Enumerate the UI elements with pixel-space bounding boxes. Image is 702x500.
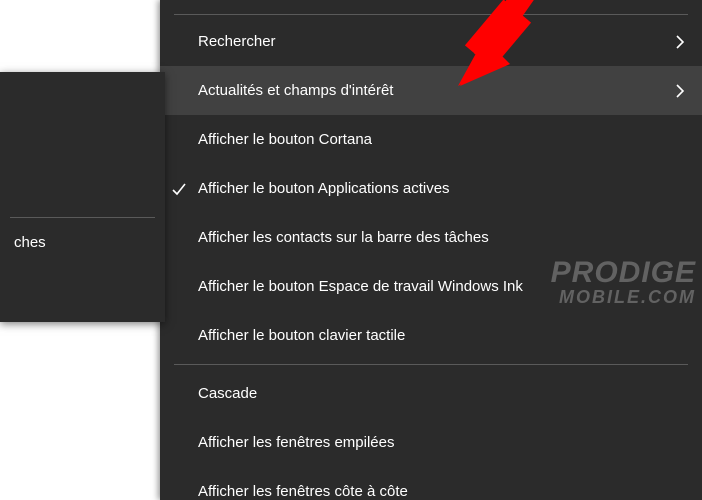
menu-item-contacts-barre[interactable]: Afficher les contacts sur la barre des t… xyxy=(160,213,702,262)
menu-item-fenetres-empilees[interactable]: Afficher les fenêtres empilées xyxy=(160,418,702,467)
menu-item-clavier-tactile[interactable]: Afficher le bouton clavier tactile xyxy=(160,311,702,360)
check-icon xyxy=(170,180,188,198)
chevron-right-icon xyxy=(674,82,686,100)
menu-label-fenetres-cote-a-cote: Afficher les fenêtres côte à côte xyxy=(198,483,408,500)
secondary-item-fragment[interactable]: ches xyxy=(0,218,165,266)
menu-item-cortana[interactable]: Afficher le bouton Cortana xyxy=(160,115,702,164)
menu-item-espace-travail-ink[interactable]: Afficher le bouton Espace de travail Win… xyxy=(160,262,702,311)
menu-label-rechercher: Rechercher xyxy=(198,33,276,50)
menu-label-fenetres-empilees: Afficher les fenêtres empilées xyxy=(198,434,395,451)
menu-item-cascade[interactable]: Cascade xyxy=(160,369,702,418)
menu-label-contacts-barre: Afficher les contacts sur la barre des t… xyxy=(198,229,489,246)
chevron-right-icon xyxy=(674,33,686,51)
menu-label-actualites: Actualités et champs d'intérêt xyxy=(198,82,393,99)
menu-label-cortana: Afficher le bouton Cortana xyxy=(198,131,372,148)
menu-item-actualites[interactable]: Actualités et champs d'intérêt xyxy=(160,66,702,115)
secondary-item-label: ches xyxy=(14,234,46,251)
menu-label-cascade: Cascade xyxy=(198,385,257,402)
menu-item-fenetres-cote-a-cote[interactable]: Afficher les fenêtres côte à côte xyxy=(160,467,702,500)
menu-item-applications-actives[interactable]: Afficher le bouton Applications actives xyxy=(160,164,702,213)
menu-label-applications-actives: Afficher le bouton Applications actives xyxy=(198,180,450,197)
menu-label-clavier-tactile: Afficher le bouton clavier tactile xyxy=(198,327,405,344)
menu-item-rechercher[interactable]: Rechercher xyxy=(160,17,702,66)
secondary-context-panel: ches xyxy=(0,72,165,322)
menu-label-espace-travail-ink: Afficher le bouton Espace de travail Win… xyxy=(198,278,523,295)
taskbar-context-menu: Rechercher Actualités et champs d'intérê… xyxy=(160,0,702,500)
